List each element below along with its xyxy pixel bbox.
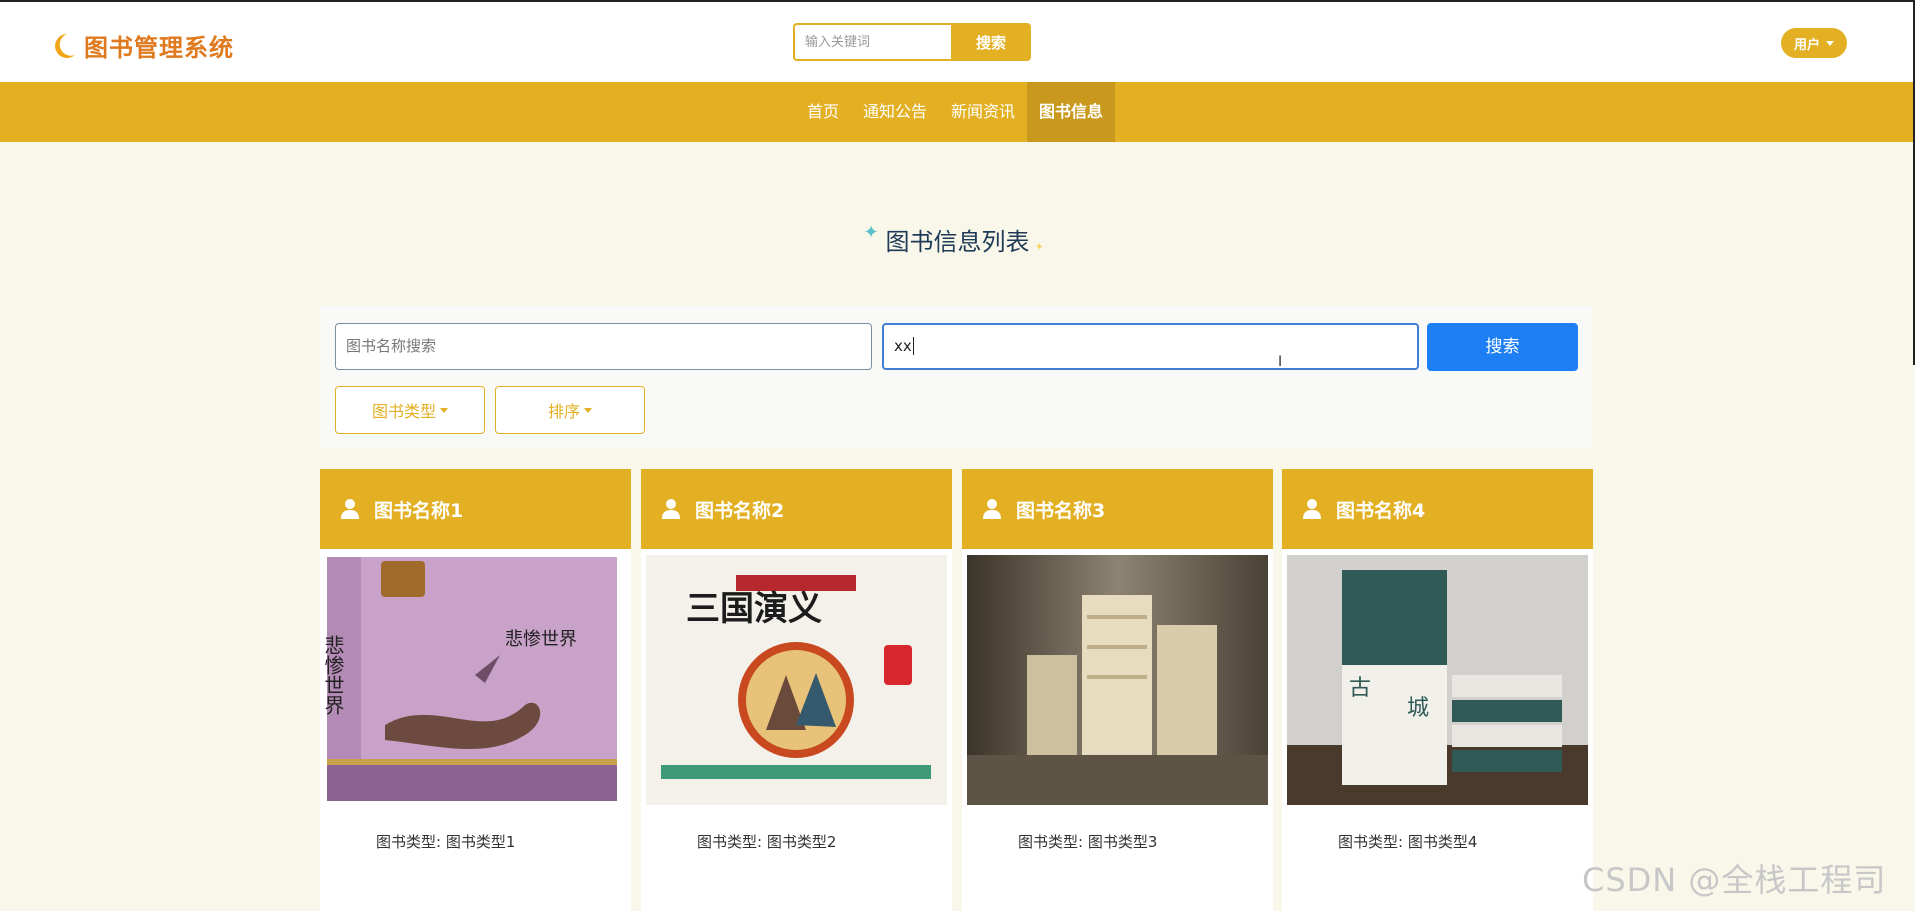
nav-item-home[interactable]: 首页 — [795, 82, 851, 142]
header: 图书管理系统 搜索 用户 — [0, 0, 1913, 82]
top-search-button[interactable]: 搜索 — [951, 23, 1031, 61]
book-card[interactable]: 图书名称4 古 城 图书类型: 图书类型4 — [1282, 469, 1593, 911]
card-header: 图书名称4 — [1282, 469, 1593, 549]
chevron-down-icon — [584, 407, 592, 413]
book-cover-image[interactable]: 古 城 — [1287, 555, 1588, 805]
page-title: 图书信息列表 — [885, 228, 1030, 256]
secondary-search-value: xx — [894, 337, 912, 355]
svg-text:悲惨世界: 悲惨世界 — [505, 629, 577, 650]
user-menu-label: 用户 — [1793, 37, 1820, 53]
nav-item-notices[interactable]: 通知公告 — [851, 82, 939, 142]
sparkle-small-icon: ✦ — [1035, 242, 1044, 253]
person-icon — [983, 499, 1001, 519]
user-menu-button[interactable]: 用户 — [1781, 28, 1847, 58]
card-header: 图书名称2 — [641, 469, 952, 549]
watermark: CSDN @全栈工程司 — [1582, 861, 1887, 899]
book-cover-image[interactable] — [967, 555, 1268, 805]
nav-item-news[interactable]: 新闻资讯 — [939, 82, 1027, 142]
brand-title: 图书管理系统 — [84, 34, 234, 62]
filter-panel: 图书名称搜索 xx 搜索 图书类型 排序 — [320, 306, 1592, 448]
svg-text:古: 古 — [1349, 676, 1371, 701]
main-nav: 首页 通知公告 新闻资讯 图书信息 — [0, 82, 1913, 142]
book-type-dropdown[interactable]: 图书类型 — [335, 386, 485, 434]
book-card[interactable]: 图书名称2 三国演义 图书类型: 图书类型2 — [641, 469, 952, 911]
book-type-dropdown-label: 图书类型 — [371, 402, 436, 421]
card-header: 图书名称3 — [962, 469, 1273, 549]
book-name: 图书名称3 — [1016, 499, 1106, 522]
nav-item-books[interactable]: 图书信息 — [1027, 82, 1116, 142]
book-name: 图书名称2 — [695, 499, 785, 522]
person-icon — [662, 499, 680, 519]
book-name: 图书名称1 — [374, 499, 464, 522]
book-name-search-input[interactable]: 图书名称搜索 — [335, 323, 872, 370]
sparkle-icon: ✦ — [863, 222, 879, 243]
book-cover-image[interactable]: 三国演义 — [646, 555, 947, 805]
chevron-down-icon — [440, 407, 448, 413]
moon-logo-icon — [55, 33, 75, 58]
secondary-search-input[interactable]: xx — [882, 323, 1419, 370]
svg-text:城: 城 — [1407, 696, 1429, 721]
book-name: 图书名称4 — [1336, 499, 1426, 522]
text-cursor-icon: I — [1278, 354, 1283, 370]
section-heading: ✦ 图书信息列表 ✦ — [0, 222, 1915, 257]
book-card[interactable]: 图书名称3 图书类型: 图书类型3 — [962, 469, 1273, 911]
card-header: 图书名称1 — [320, 469, 631, 549]
top-search-input[interactable] — [793, 23, 951, 61]
book-type-label: 图书类型: 图书类型3 — [1018, 833, 1158, 851]
svg-text:三国演义: 三国演义 — [686, 589, 822, 629]
filter-search-button[interactable]: 搜索 — [1427, 323, 1578, 371]
chevron-down-icon — [1826, 40, 1834, 46]
book-type-label: 图书类型: 图书类型2 — [697, 833, 837, 851]
svg-text:悲惨世界: 悲惨世界 — [325, 635, 345, 715]
book-type-label: 图书类型: 图书类型1 — [376, 833, 516, 851]
sort-dropdown-label: 排序 — [547, 402, 580, 421]
book-cover-image[interactable]: 悲惨世界 悲惨世界 — [325, 555, 626, 805]
book-card[interactable]: 图书名称1 悲惨世界 悲惨世界 图书类型: 图书类型1 — [320, 469, 631, 911]
person-icon — [341, 499, 359, 519]
sort-dropdown[interactable]: 排序 — [495, 386, 645, 434]
top-search: 搜索 — [793, 23, 1031, 61]
person-icon — [1303, 499, 1321, 519]
book-type-label: 图书类型: 图书类型4 — [1338, 833, 1478, 851]
brand[interactable]: 图书管理系统 — [48, 28, 234, 63]
